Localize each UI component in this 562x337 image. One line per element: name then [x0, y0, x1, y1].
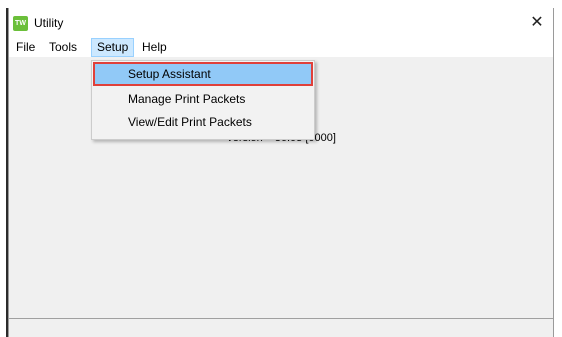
close-button[interactable]: ✕	[521, 8, 553, 38]
menu-item-manage-print-packets[interactable]: Manage Print Packets	[94, 88, 312, 110]
app-window: TW Utility ✕ File Tools Setup Help Utili…	[8, 8, 554, 337]
menu-item-setup-assistant[interactable]: Setup Assistant	[93, 62, 313, 86]
title-bar: TW Utility ✕	[9, 8, 553, 38]
status-bar	[9, 318, 553, 337]
menu-file[interactable]: File	[11, 38, 40, 57]
menu-help[interactable]: Help	[137, 38, 172, 57]
menu-setup[interactable]: Setup	[91, 38, 135, 57]
menu-item-view-edit-print-packets[interactable]: View/Edit Print Packets	[94, 111, 312, 133]
app-logo-icon: TW	[13, 16, 28, 31]
menu-tools[interactable]: Tools	[44, 38, 82, 57]
window-title: Utility	[34, 16, 64, 30]
menu-bar: File Tools Setup Help	[9, 38, 553, 57]
setup-dropdown-menu: Setup Assistant Manage Print Packets Vie…	[91, 60, 315, 140]
